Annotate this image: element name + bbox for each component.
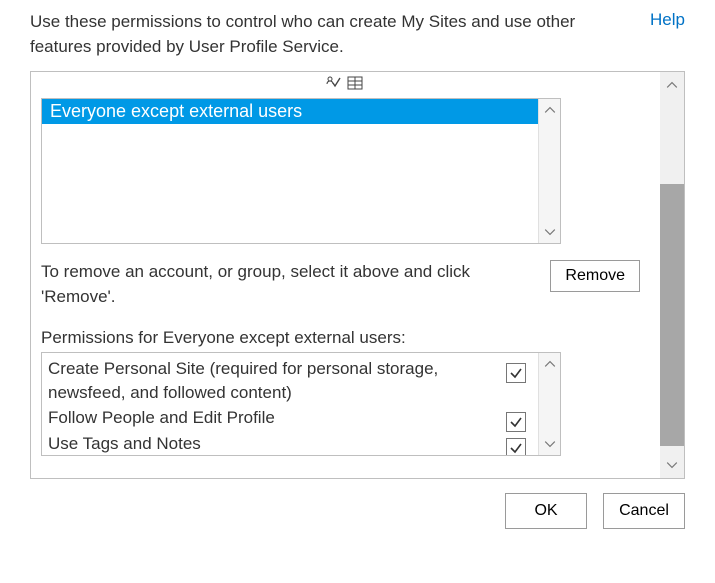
permissions-label: Permissions for Everyone except external… bbox=[41, 328, 670, 348]
permission-row: Create Personal Site (required for perso… bbox=[48, 357, 530, 406]
accounts-listbox[interactable]: Everyone except external users bbox=[41, 98, 561, 244]
account-list-item[interactable]: Everyone except external users bbox=[42, 99, 560, 124]
permission-label: Use Tags and Notes bbox=[48, 432, 496, 456]
permission-row: Use Tags and Notes bbox=[48, 432, 530, 456]
panel-scroll-up-icon[interactable] bbox=[660, 72, 684, 98]
permissions-listbox[interactable]: Create Personal Site (required for perso… bbox=[41, 352, 561, 456]
browse-icon[interactable] bbox=[347, 75, 363, 95]
permission-label: Create Personal Site (required for perso… bbox=[48, 357, 496, 406]
accounts-scroll-up-icon[interactable] bbox=[544, 99, 556, 121]
accounts-listbox-scrollbar[interactable] bbox=[538, 99, 560, 243]
permission-checkbox[interactable] bbox=[506, 363, 526, 383]
permissions-scroll-up-icon[interactable] bbox=[544, 353, 556, 375]
permission-checkbox[interactable] bbox=[506, 412, 526, 432]
check-names-icon[interactable] bbox=[325, 75, 341, 95]
panel-scroll-down-icon[interactable] bbox=[660, 452, 684, 478]
ok-button[interactable]: OK bbox=[505, 493, 587, 529]
remove-instruction: To remove an account, or group, select i… bbox=[41, 260, 536, 309]
panel-scroll-thumb[interactable] bbox=[660, 184, 684, 446]
permissions-scroll-down-icon[interactable] bbox=[544, 433, 556, 455]
remove-button[interactable]: Remove bbox=[550, 260, 640, 292]
toolbar-icons bbox=[41, 72, 670, 98]
permission-checkbox[interactable] bbox=[506, 438, 526, 456]
cancel-button[interactable]: Cancel bbox=[603, 493, 685, 529]
help-link[interactable]: Help bbox=[650, 10, 685, 30]
permission-label: Follow People and Edit Profile bbox=[48, 406, 496, 431]
accounts-scroll-down-icon[interactable] bbox=[544, 221, 556, 243]
permissions-panel: Everyone except external users To remove… bbox=[30, 71, 685, 479]
header-description: Use these permissions to control who can… bbox=[30, 10, 638, 59]
permission-row: Follow People and Edit Profile bbox=[48, 406, 530, 432]
panel-scrollbar[interactable] bbox=[660, 72, 684, 478]
permissions-scrollbar[interactable] bbox=[538, 353, 560, 455]
